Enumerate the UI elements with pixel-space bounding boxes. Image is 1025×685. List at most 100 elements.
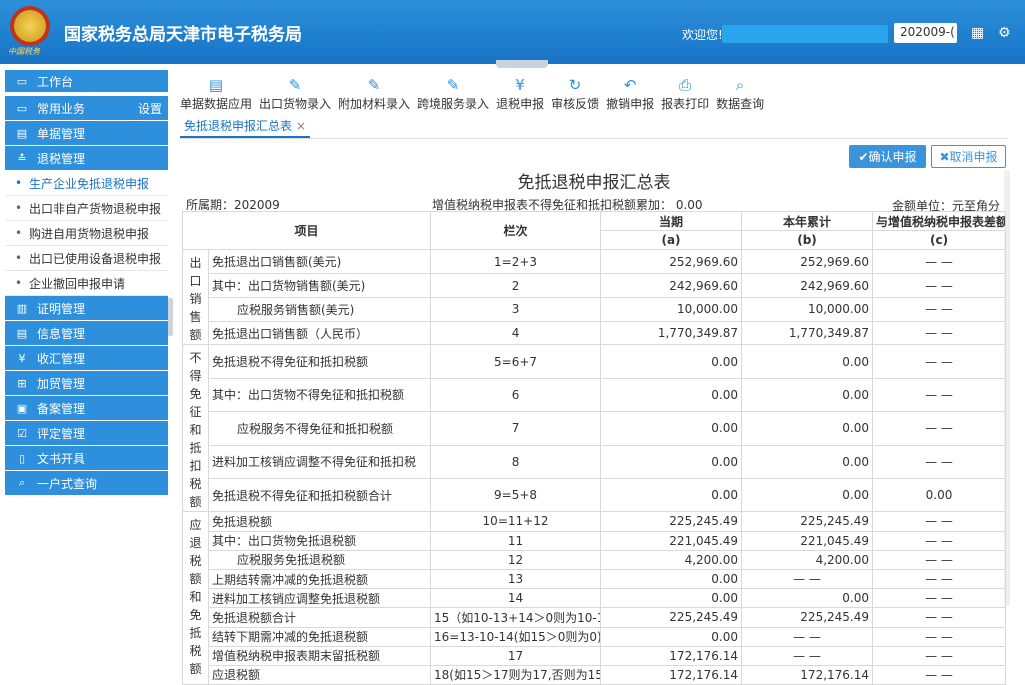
gear-icon[interactable]: ⚙ [998, 25, 1011, 41]
sidebar-item-filing[interactable]: ▣ 备案管理 [5, 396, 168, 421]
monitor-icon: ▭ [16, 101, 28, 115]
header-line: 栏次 [430, 210, 602, 251]
table-icon: ▤ [208, 76, 224, 94]
tab-summary[interactable]: 免抵退税申报汇总表 × [180, 114, 311, 138]
tool-label: 报表打印 [661, 97, 710, 111]
cell-line: 3 [430, 296, 602, 322]
edit-icon: ✎ [367, 76, 381, 94]
tab-bar: 免抵退税申报汇总表 × [180, 114, 1008, 139]
cell-b: 225,245.49 [741, 607, 874, 628]
header-a: (a) [600, 230, 743, 251]
cell-a: 4,200.00 [600, 549, 743, 570]
cell-line: 9=5+8 [430, 477, 602, 513]
tool-label: 数据查询 [716, 97, 765, 111]
calendar-icon[interactable]: ▦ [971, 25, 984, 41]
sidebar-subitem-equipment[interactable]: • 出口已使用设备退税申报 [5, 246, 168, 271]
tool-data-query[interactable]: ⌕ 数据查询 [716, 76, 764, 112]
cell-line: 11 [430, 530, 602, 551]
cell-b: — — [741, 645, 874, 666]
cell-c: — — [872, 645, 1007, 666]
bullet-icon: • [15, 226, 23, 240]
confirm-declare-button[interactable]: ✔确认申报 [849, 145, 926, 168]
tool-attachment-entry[interactable]: ✎ 附加材料录入 [338, 76, 410, 112]
row-group-label: 不得免征和抵扣税额 [182, 344, 209, 513]
tool-export-entry[interactable]: ✎ 出口货物录入 [259, 76, 331, 112]
sidebar-item-query[interactable]: ⌕ 一户式查询 [5, 471, 168, 496]
settings-link[interactable]: 设置 [138, 100, 162, 117]
cell-b: 0.00 [741, 377, 874, 413]
sidebar-subitem-nonself[interactable]: • 出口非自产货物退税申报 [5, 196, 168, 221]
cell-item: 免抵退税额 [207, 511, 432, 532]
tool-crossborder-entry[interactable]: ✎ 跨境服务录入 [417, 76, 489, 112]
cancel-declare-button[interactable]: ✖取消申报 [931, 145, 1006, 168]
table-row: 应税服务免抵退税额 12 4,200.00 4,200.00— — [183, 549, 1007, 570]
check-icon: ☑ [17, 426, 27, 440]
cell-a: 0.00 [600, 477, 743, 513]
sidebar-item-label: 文书开具 [37, 451, 86, 466]
cell-c: — — [872, 511, 1007, 532]
cell-b: — — [741, 626, 874, 647]
cell-b: 252,969.60 [741, 249, 874, 275]
sidebar-subitem-selfuse[interactable]: • 购进自用货物退税申报 [5, 221, 168, 246]
cell-b: 225,245.49 [741, 511, 874, 532]
close-icon[interactable]: × [296, 119, 306, 133]
cell-c: — — [872, 444, 1007, 479]
table-row: 免抵退税不得免征和抵扣税额合计 9=5+8 0.00 0.00 0.00 [183, 477, 1007, 513]
sidebar-subitem-production[interactable]: • 生产企业免抵退税申报 [5, 171, 168, 196]
header-collapse-handle[interactable] [496, 60, 548, 68]
user-name-box [722, 25, 888, 43]
cell-item: 免抵退税不得免征和抵扣税额 [207, 344, 432, 379]
cell-a: 0.00 [600, 626, 743, 647]
undo-icon: ↶ [623, 76, 637, 94]
cell-c: — — [872, 411, 1007, 446]
tool-revoke-declare[interactable]: ↶ 撤销申报 [606, 76, 654, 112]
cell-item: 免抵退税不得免征和抵扣税额合计 [207, 477, 432, 513]
sidebar-item-assessment[interactable]: ☑ 评定管理 [5, 421, 168, 446]
cell-item: 免抵退税额合计 [207, 607, 432, 628]
yen-icon: ¥ [18, 351, 26, 365]
summary-table-body: 出口销售额 免抵退出口销售额(美元) 1=2+3 252,969.60 252,969.… [182, 249, 1007, 685]
cell-line: 4 [430, 320, 602, 346]
sidebar-item-label: 工作台 [37, 74, 74, 89]
cell-c: — — [872, 607, 1007, 628]
period-select[interactable]: 202009-( [894, 23, 957, 43]
cell-a: 0.00 [600, 444, 743, 479]
sidebar-item-common[interactable]: ▭ 常用业务 设置 [5, 96, 168, 121]
cell-b: 242,969.60 [741, 273, 874, 298]
sidebar-item-info[interactable]: ▤ 信息管理 [5, 321, 168, 346]
cell-b: 1,770,349.87 [741, 320, 874, 346]
cell-item: 应退税额 [207, 664, 432, 685]
sidebar-collapse-handle[interactable] [168, 298, 173, 336]
sidebar-item-processing[interactable]: ⊞ 加贸管理 [5, 371, 168, 396]
sidebar-item-document-issue[interactable]: ▯ 文书开具 [5, 446, 168, 471]
cell-b: 221,045.49 [741, 530, 874, 551]
cell-b: 0.00 [741, 411, 874, 446]
cell-line: 1=2+3 [430, 249, 602, 275]
sidebar-item-receipt[interactable]: ¥ 收汇管理 [5, 346, 168, 371]
header-item: 项目 [181, 210, 432, 251]
tool-refund-declare[interactable]: ¥ 退税申报 [496, 76, 544, 112]
cell-c: — — [872, 377, 1007, 413]
summary-table: 项目 栏次 当期 本年累计 与增值税纳税申报表差额 (a) (b) (c) 出口… [181, 210, 1007, 685]
cell-c: — — [872, 530, 1007, 551]
sidebar-subitem-label: 生产企业免抵退税申报 [29, 176, 150, 191]
site-title: 国家税务总局天津市电子税务局 [64, 25, 302, 45]
tool-audit-feedback[interactable]: ↻ 审核反馈 [551, 76, 599, 112]
tool-print[interactable]: ⎙ 报表打印 [661, 76, 709, 112]
tool-bill-data[interactable]: ▤ 单据数据应用 [180, 76, 252, 112]
sidebar-item-refund[interactable]: ≛ 退税管理 [5, 146, 168, 171]
table-row: 其中：出口货物不得免征和抵扣税额 6 0.00 0.00— — [183, 377, 1007, 413]
cell-item: 进料加工核销应调整免抵退税额 [207, 588, 432, 609]
sidebar-item-workbench[interactable]: ▭ 工作台 [5, 70, 168, 93]
tool-label: 撤销申报 [606, 97, 655, 111]
folder-icon: ▣ [16, 401, 28, 415]
sidebar-subitem-withdraw[interactable]: • 企业撤回申报申请 [5, 271, 168, 296]
cell-line: 13 [430, 568, 602, 590]
table-row: 进料加工核销应调整免抵退税额 14 0.00 0.00— — [183, 588, 1007, 609]
search-icon: ⌕ [18, 476, 26, 489]
sidebar-item-documents[interactable]: ▤ 单据管理 [5, 121, 168, 146]
cell-a: 0.00 [600, 588, 743, 609]
report-title: 免抵退税申报汇总表 [517, 173, 671, 193]
sidebar-item-certificate[interactable]: ▥ 证明管理 [5, 296, 168, 321]
cell-line: 16=13-10-14(如15＞0则为0) [430, 626, 602, 647]
